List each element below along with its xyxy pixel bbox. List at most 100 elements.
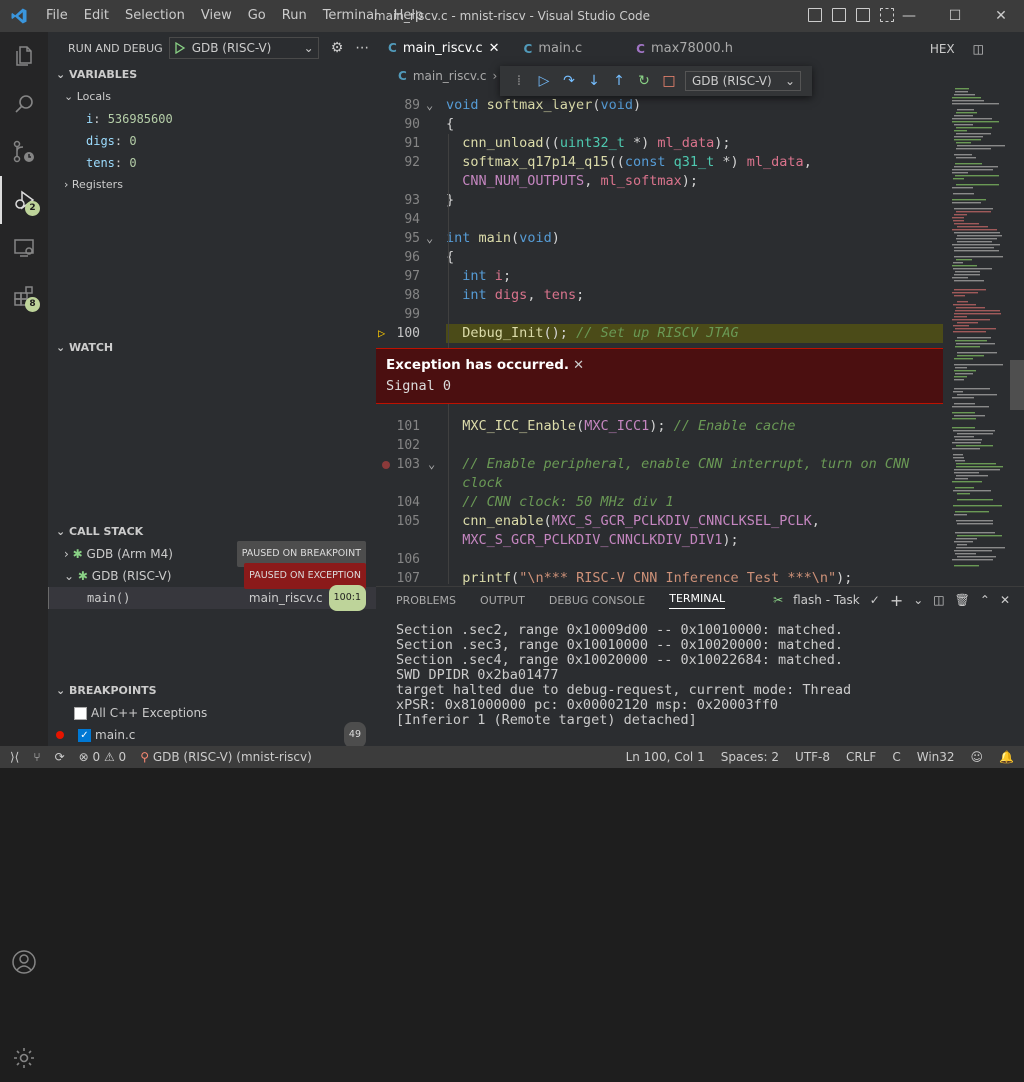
menu-help[interactable]: Help [386, 0, 432, 32]
thread-row[interactable]: › ✱ GDB (Arm M4) PAUSED ON BREAKPOINT [48, 541, 376, 567]
source-control-icon[interactable] [0, 128, 48, 176]
start-debug-icon[interactable] [174, 42, 186, 54]
feedback-icon[interactable]: ☺ [971, 750, 984, 764]
variables-section-header[interactable]: ⌄ VARIABLES [48, 64, 376, 86]
run-debug-icon[interactable]: 2 [0, 176, 48, 224]
code-line[interactable]: CNN_NUM_OUTPUTS, ml_softmax); [376, 172, 946, 191]
close-panel-icon[interactable]: ✕ [1000, 593, 1010, 607]
variable-row[interactable]: digs: 0 [48, 130, 376, 152]
menu-edit[interactable]: Edit [76, 0, 117, 32]
tab-max78000-h[interactable]: Cmax78000.h [624, 32, 745, 65]
menu-view[interactable]: View [193, 0, 240, 32]
stop-icon[interactable]: □ [660, 72, 678, 90]
code-line[interactable]: 99 [376, 305, 946, 324]
tab-output[interactable]: OUTPUT [480, 594, 525, 607]
settings-gear-icon[interactable] [0, 1034, 48, 1082]
continue-icon[interactable]: ▷ [535, 72, 553, 90]
search-icon[interactable] [0, 80, 48, 128]
checkbox-unchecked[interactable] [74, 706, 87, 720]
more-actions-icon[interactable]: ⋯ [355, 40, 369, 56]
split-terminal-icon[interactable]: ◫ [933, 593, 944, 607]
encoding[interactable]: UTF-8 [795, 750, 830, 764]
step-out-icon[interactable]: ↑ [610, 72, 628, 90]
extensions-icon[interactable]: 8 [0, 272, 48, 320]
toggle-sidebar-icon[interactable] [808, 8, 822, 22]
code-line[interactable]: 101 MXC_ICC_Enable(MXC_ICC1); // Enable … [376, 417, 946, 436]
close-icon[interactable]: ✕ [489, 41, 500, 56]
code-line[interactable]: 91 cnn_unload((uint32_t *) ml_data); [376, 134, 946, 153]
call-stack-header[interactable]: ⌄ CALL STACK [48, 521, 376, 543]
remote-explorer-icon[interactable] [0, 224, 48, 272]
code-line[interactable]: 105 cnn_enable(MXC_S_GCR_PCLKDIV_CNNCLKS… [376, 512, 946, 531]
problems-status[interactable]: ⊗ 0 ⚠ 0 [79, 750, 127, 764]
code-line[interactable]: 104 // CNN clock: 50 MHz div 1 [376, 493, 946, 512]
breakpoint-item[interactable]: ✓ main.c 49 [48, 722, 376, 748]
code-line[interactable]: 90 { [376, 115, 946, 134]
terminal-output[interactable]: Section .sec2, range 0x10009d00 -- 0x100… [376, 613, 1024, 728]
menu-terminal[interactable]: Terminal [315, 0, 386, 32]
toggle-secondary-sidebar-icon[interactable] [856, 8, 870, 22]
menu-go[interactable]: Go [240, 0, 274, 32]
scrollbar-thumb[interactable] [1010, 360, 1024, 410]
debug-session-select[interactable]: GDB (RISC-V) ⌄ [685, 71, 801, 91]
code-editor[interactable]: 89 void softmax_layer(void) ⌄ 90 {91 cnn_unl… [376, 89, 946, 586]
line-ending[interactable]: CRLF [846, 750, 876, 764]
code-line[interactable]: 97 int i; [376, 267, 946, 286]
fold-chevron-icon[interactable]: ⌄ [428, 455, 435, 474]
code-line[interactable]: 95 int main(void) [376, 229, 946, 248]
drag-handle-icon[interactable]: ⁞ [510, 72, 528, 90]
tab-main-riscv[interactable]: Cmain_riscv.c ✕ [376, 32, 512, 65]
code-line[interactable]: 96{ [376, 248, 946, 267]
tab-main-c[interactable]: Cmain.c [512, 32, 595, 65]
git-branch-icon[interactable]: ⑂ [33, 750, 40, 764]
registers-scope[interactable]: › Registers [48, 174, 376, 196]
code-line[interactable]: 94 [376, 210, 946, 229]
platform[interactable]: Win32 [917, 750, 955, 764]
breadcrumb-file[interactable]: main_riscv.c [413, 69, 487, 83]
fold-chevron-icon[interactable]: ⌄ [426, 96, 433, 115]
terminal-task-select[interactable]: flash - Task [793, 593, 860, 607]
tab-problems[interactable]: PROBLEMS [396, 594, 456, 607]
breakpoints-header[interactable]: ⌄ BREAKPOINTS [48, 680, 376, 702]
maximize-icon[interactable]: ☐ [932, 0, 978, 32]
code-line[interactable]: 107 printf("\n*** RISC-V CNN Inference T… [376, 569, 946, 586]
code-line[interactable]: clock [376, 474, 946, 493]
debug-status[interactable]: ⚲ GDB (RISC-V) (mnist-riscv) [140, 750, 312, 764]
checkbox-checked[interactable]: ✓ [78, 728, 91, 742]
minimize-icon[interactable]: — [886, 0, 932, 32]
code-line[interactable]: 106 [376, 550, 946, 569]
close-icon[interactable]: ✕ [978, 0, 1024, 32]
trash-icon[interactable]: 🗑 [955, 593, 970, 607]
code-line[interactable]: 98 int digs, tens; [376, 286, 946, 305]
breakpoint-item[interactable]: All C++ Exceptions [48, 702, 376, 724]
step-into-icon[interactable]: ↓ [585, 72, 603, 90]
variable-row[interactable]: i: 536985600 [48, 108, 376, 130]
toggle-panel-icon[interactable] [832, 8, 846, 22]
tab-terminal[interactable]: TERMINAL [669, 592, 726, 609]
accounts-icon[interactable] [0, 938, 48, 986]
code-line[interactable]: 100 Debug_Init(); // Set up RISCV JTAG [397, 324, 943, 343]
fold-chevron-icon[interactable]: ⌄ [426, 229, 433, 248]
sync-icon[interactable]: ⟳ [55, 750, 65, 764]
cursor-position[interactable]: Ln 100, Col 1 [626, 750, 705, 764]
new-terminal-icon[interactable]: + [890, 591, 903, 610]
variable-row[interactable]: tens: 0 [48, 152, 376, 174]
hex-editor-button[interactable]: HEX [930, 42, 955, 56]
menu-selection[interactable]: Selection [117, 0, 193, 32]
check-icon[interactable]: ✓ [870, 593, 880, 607]
close-icon[interactable]: ✕ [573, 358, 584, 373]
language-mode[interactable]: C [892, 750, 900, 764]
notifications-icon[interactable]: 🔔 [999, 750, 1014, 764]
explorer-icon[interactable] [0, 32, 48, 80]
watch-section-header[interactable]: ⌄ WATCH [48, 337, 376, 359]
minimap[interactable] [950, 88, 1010, 588]
step-over-icon[interactable]: ↷ [560, 72, 578, 90]
code-line[interactable]: MXC_S_GCR_PCLKDIV_CNNCLKDIV_DIV1); [376, 531, 946, 550]
menu-run[interactable]: Run [274, 0, 315, 32]
indentation[interactable]: Spaces: 2 [721, 750, 779, 764]
menu-file[interactable]: File [38, 0, 76, 32]
code-line[interactable]: 93} [376, 191, 946, 210]
debug-config-select[interactable]: GDB (RISC-V) ⌄ [168, 37, 319, 59]
stack-frame-row[interactable]: main() main_riscv.c 100:1 [48, 585, 376, 611]
code-line[interactable]: 89 void softmax_layer(void) [376, 96, 946, 115]
